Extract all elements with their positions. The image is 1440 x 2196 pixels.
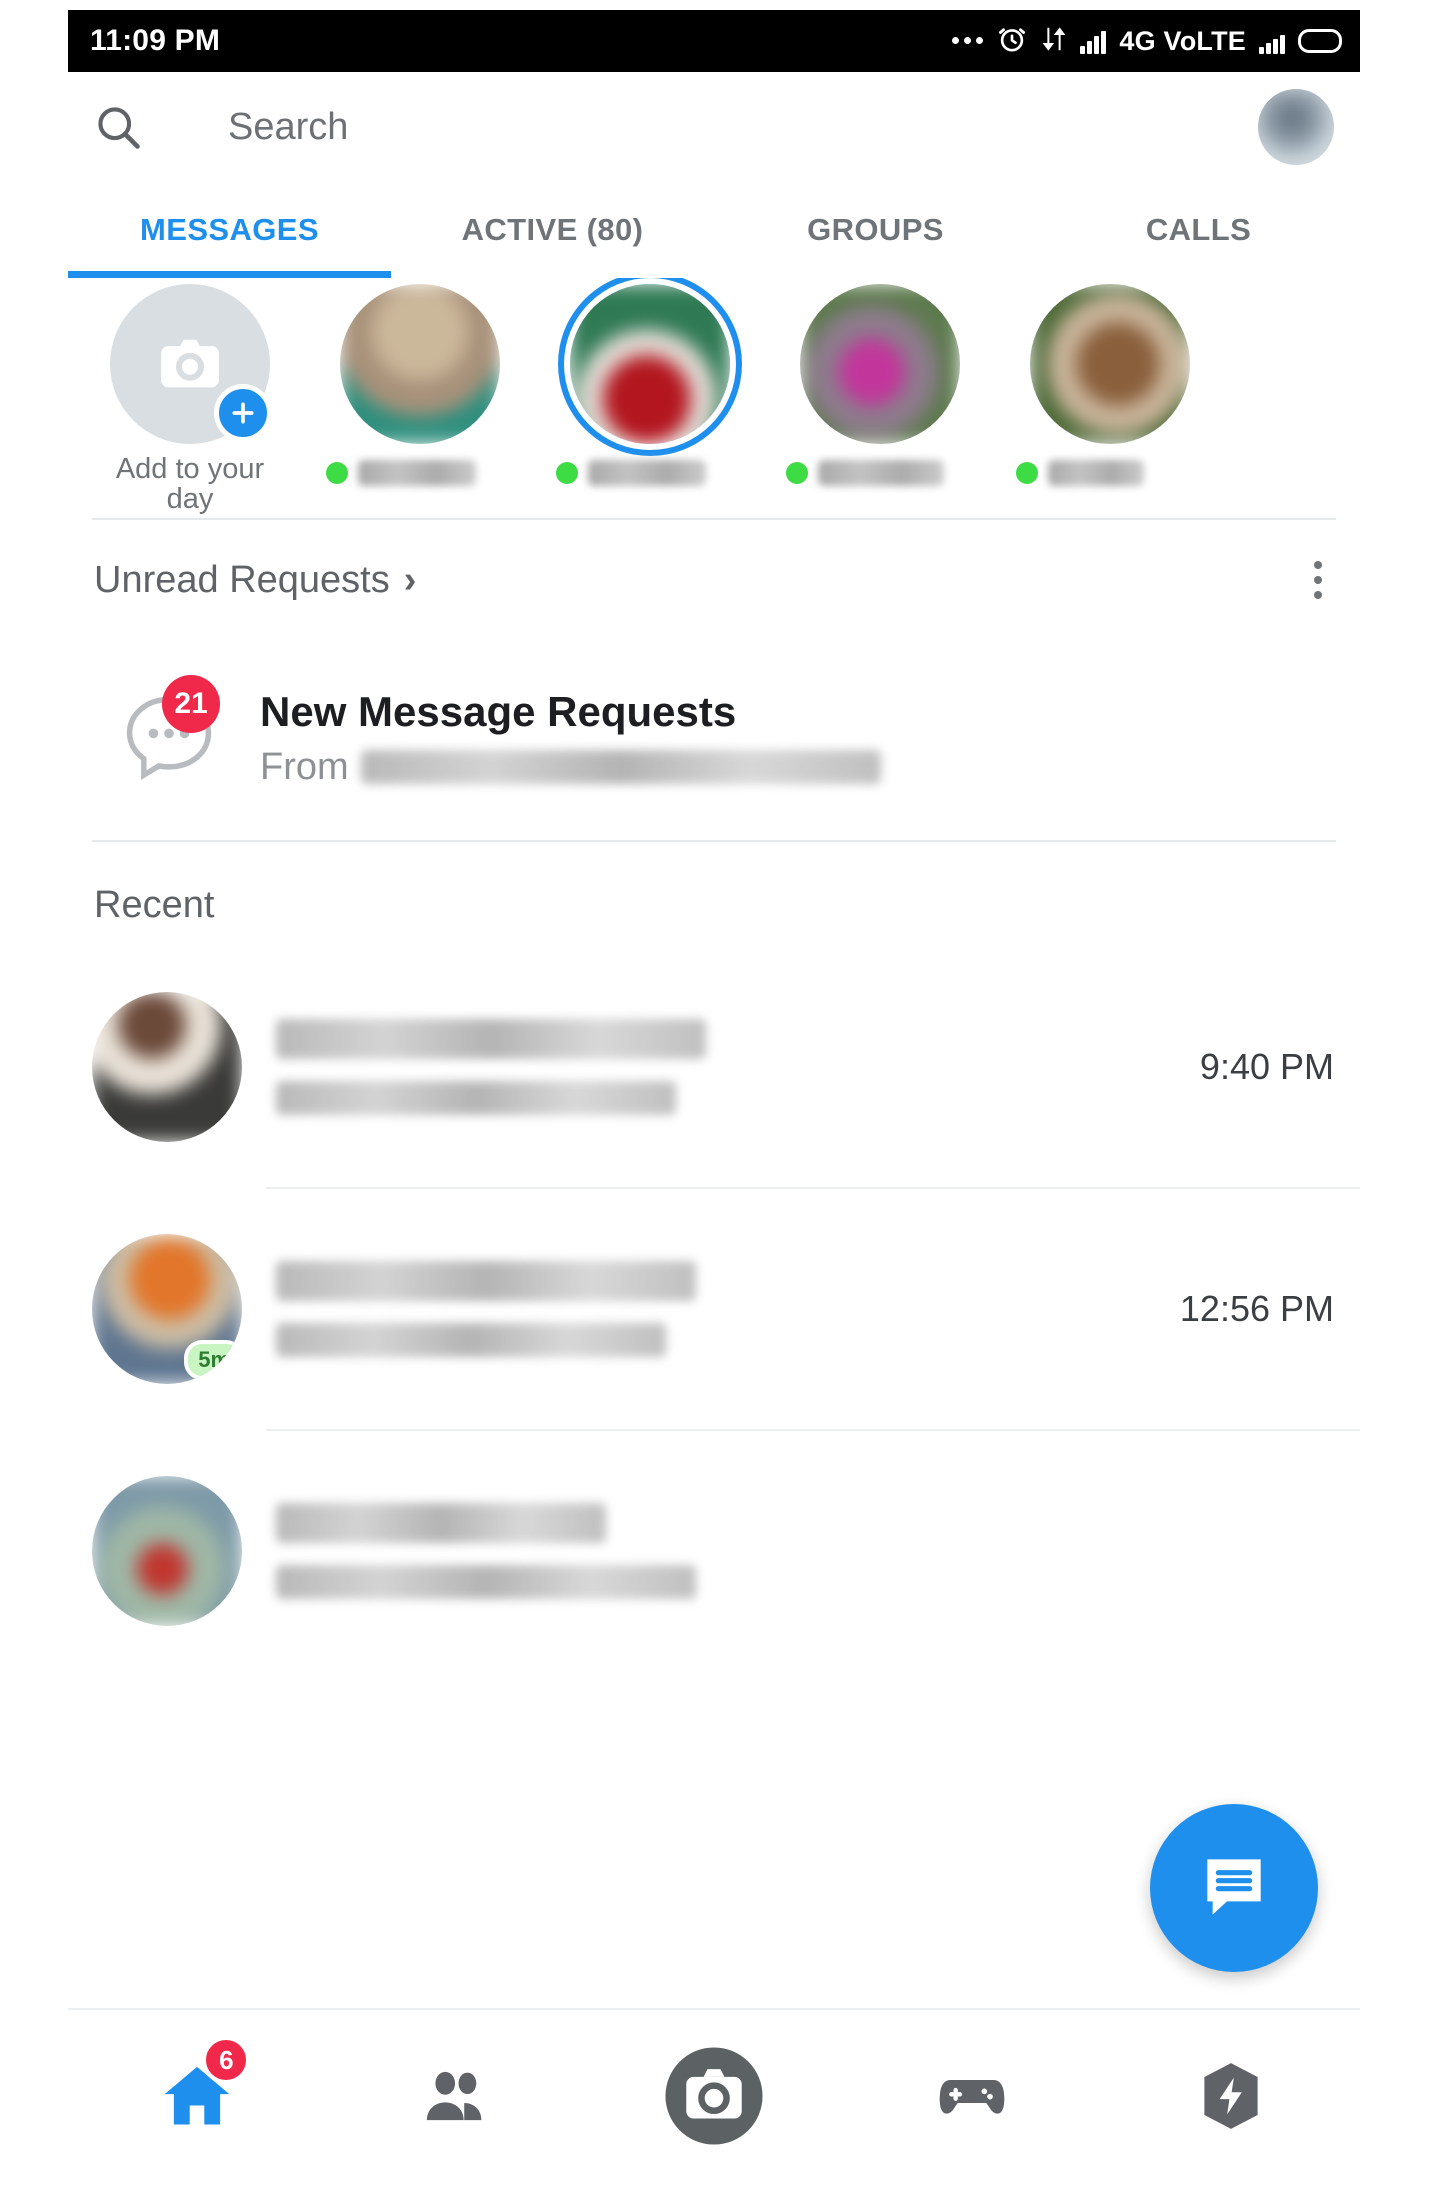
list-item[interactable]: 9:40 PM <box>68 947 1360 1187</box>
stories-row[interactable]: Add to your day <box>68 278 1360 518</box>
nav-camera[interactable] <box>585 2010 843 2186</box>
story-item[interactable] <box>780 284 980 504</box>
recent-heading: Recent <box>94 884 215 926</box>
new-message-requests-title: New Message Requests <box>260 687 737 735</box>
story-name <box>818 460 944 486</box>
nav-people[interactable] <box>326 2010 584 2186</box>
from-prefix: From <box>260 745 349 788</box>
conversation-time: 9:40 PM <box>1199 1046 1334 1087</box>
avatar[interactable] <box>92 992 242 1142</box>
unread-requests-title: Unread Requests <box>94 558 390 601</box>
new-message-fab[interactable] <box>1150 1804 1318 1972</box>
conversation-name <box>276 1019 706 1059</box>
unread-requests-header[interactable]: Unread Requests › <box>68 520 1360 640</box>
online-dot <box>326 462 348 484</box>
camera-icon <box>662 2044 766 2153</box>
list-item[interactable] <box>68 1431 1360 1671</box>
overflow-menu-icon[interactable] <box>1302 553 1334 607</box>
story-name <box>358 460 476 486</box>
avatar[interactable]: 5m <box>92 1234 242 1384</box>
story-name <box>1048 460 1144 486</box>
signal-bars-icon-2 <box>1259 28 1285 54</box>
tab-groups[interactable]: GROUPS <box>714 212 1037 248</box>
conversation-time: 12:56 PM <box>1179 1288 1334 1329</box>
story-name <box>588 460 706 486</box>
new-message-requests-subtitle: From <box>260 746 881 789</box>
nav-games[interactable] <box>843 2010 1101 2186</box>
nav-discover[interactable] <box>1102 2010 1360 2186</box>
avatar[interactable] <box>92 1476 242 1626</box>
bottom-navigation[interactable]: 6 <box>68 2008 1360 2186</box>
conversation-name <box>276 1503 606 1543</box>
conversation-snippet <box>276 1081 676 1115</box>
status-bar-clock: 11:09 PM <box>90 24 221 57</box>
search-bar[interactable]: Search <box>68 72 1360 182</box>
online-dot <box>1016 462 1038 484</box>
status-bar: 11:09 PM 4G VoLTE <box>68 10 1360 72</box>
story-item[interactable] <box>1010 284 1210 504</box>
active-time-badge: 5m <box>184 1340 242 1380</box>
request-count-badge: 21 <box>162 675 220 733</box>
new-message-icon <box>1194 1846 1274 1931</box>
signal-bars-icon <box>1080 28 1107 54</box>
people-icon <box>418 2058 494 2139</box>
list-item[interactable]: 5m 12:56 PM <box>68 1189 1360 1429</box>
data-transfer-icon <box>1041 24 1067 59</box>
new-message-requests-row[interactable]: 21 New Message Requests From <box>68 640 1360 840</box>
alarm-clock-icon <box>996 23 1028 60</box>
gamepad-icon <box>932 2056 1012 2141</box>
story-item[interactable] <box>320 284 520 504</box>
more-dots-icon <box>952 36 984 44</box>
search-icon[interactable] <box>92 101 144 153</box>
conversation-snippet <box>276 1323 666 1357</box>
tab-calls[interactable]: CALLS <box>1037 212 1360 248</box>
tab-bar[interactable]: MESSAGES ACTIVE (80) GROUPS CALLS <box>68 182 1360 278</box>
phone-screen: 11:09 PM 4G VoLTE Search MESSAGES ACTIVE… <box>68 10 1360 2186</box>
from-names <box>360 750 881 784</box>
add-to-your-day-label: Add to your day <box>115 453 265 516</box>
add-to-your-day[interactable]: Add to your day <box>90 284 290 515</box>
tab-active[interactable]: ACTIVE (80) <box>391 212 714 248</box>
online-dot <box>556 462 578 484</box>
tab-messages[interactable]: MESSAGES <box>68 212 391 248</box>
online-dot <box>786 462 808 484</box>
tab-active-indicator <box>68 271 391 278</box>
story-item[interactable] <box>550 284 750 504</box>
network-label: 4G VoLTE <box>1119 25 1246 56</box>
status-bar-icons: 4G VoLTE <box>952 23 1342 60</box>
plus-icon[interactable] <box>214 384 272 442</box>
battery-icon <box>1298 29 1342 53</box>
avatar[interactable] <box>1258 89 1334 165</box>
chevron-right-icon[interactable]: › <box>404 559 417 602</box>
search-input[interactable]: Search <box>228 106 348 149</box>
home-badge: 6 <box>202 2036 251 2084</box>
nav-home[interactable]: 6 <box>68 2010 326 2186</box>
lightning-bolt-icon <box>1193 2058 1269 2139</box>
message-bubble-ellipsis-icon: 21 <box>114 675 224 793</box>
conversation-name <box>276 1261 696 1301</box>
conversation-snippet <box>276 1565 696 1599</box>
